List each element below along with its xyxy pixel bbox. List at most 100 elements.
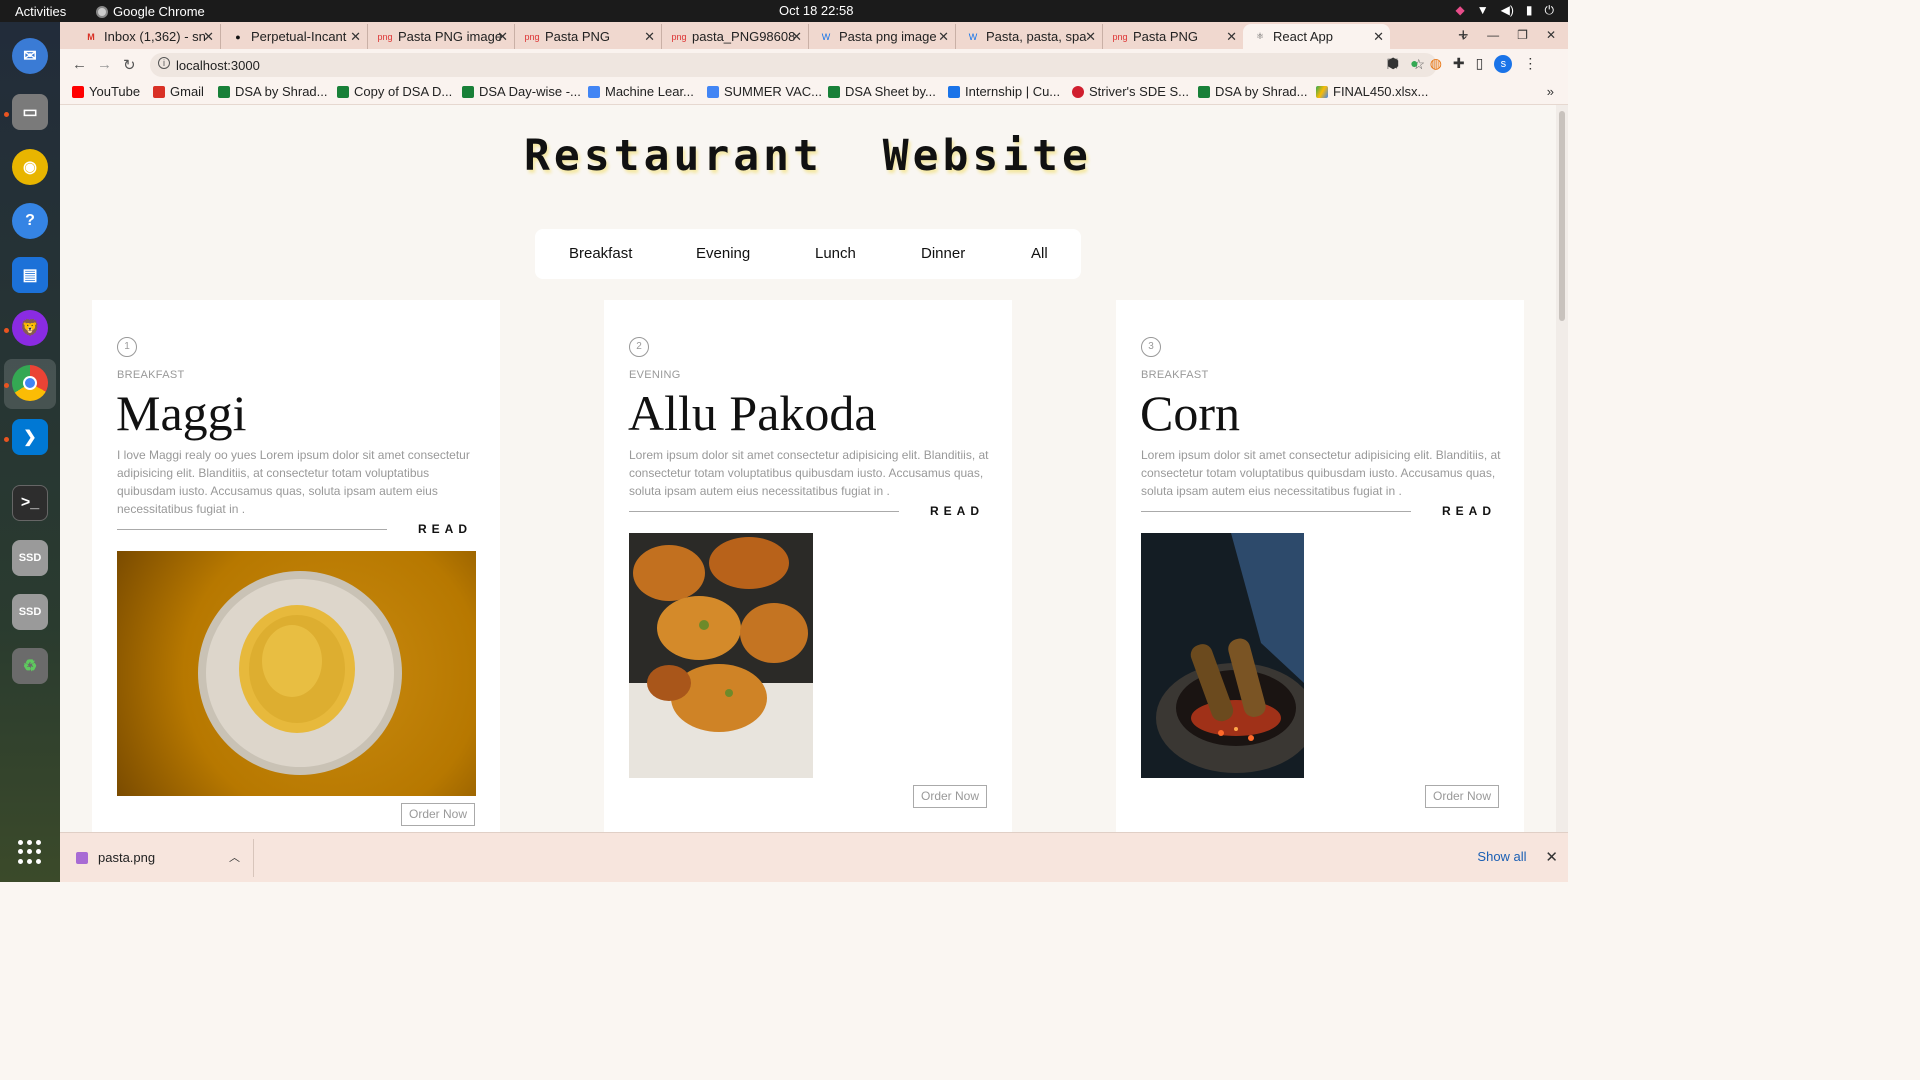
close-tab-icon[interactable]: ✕ [791, 29, 802, 45]
png-icon: png [377, 31, 393, 42]
address-bar[interactable]: i localhost:3000 ⇱ ☆ [150, 53, 1437, 77]
maggi-photo [117, 551, 476, 796]
bookmark-11[interactable]: FINAL450.xlsx... [1316, 84, 1428, 99]
filter-evening[interactable]: Evening [696, 245, 750, 262]
terminal-icon[interactable]: >_ [12, 485, 48, 521]
browser-toolbar: ← → ↻ i localhost:3000 ⇱ ☆ ⬢ ● ◍ ✚ ▯ s ⋮ [60, 49, 1568, 81]
extension-green-icon[interactable]: ● [1410, 55, 1418, 73]
gmail-icon: M [87, 31, 95, 42]
freepik-icon: W [821, 31, 831, 42]
menu-card: 1 BREAKFAST Maggi I love Maggi realy oo … [92, 300, 500, 832]
close-icon[interactable]: ✕ [1545, 848, 1558, 866]
bookmark-1[interactable]: Gmail [153, 84, 204, 99]
profile-avatar[interactable]: s [1494, 55, 1513, 73]
bookmark-5[interactable]: Machine Lear... [588, 84, 694, 99]
tab-3[interactable]: png Pasta PNG ✕ [515, 24, 662, 49]
read-link[interactable]: READ [1442, 504, 1496, 518]
close-tab-icon[interactable]: ✕ [203, 29, 214, 45]
minimize-icon[interactable]: — [1487, 28, 1499, 42]
bookmark-6[interactable]: SUMMER VAC... [707, 84, 822, 99]
writer-icon[interactable]: ▤ [12, 257, 48, 293]
bookmark-8[interactable]: Internship | Cu... [948, 84, 1060, 99]
tab-7[interactable]: png Pasta PNG ✕ [1103, 24, 1243, 49]
bookmarks-overflow-icon[interactable]: » [1547, 84, 1554, 99]
gmail-icon [153, 85, 165, 98]
sheets-icon [337, 85, 349, 98]
card-number: 2 [629, 337, 649, 357]
brave-nightly-icon[interactable]: 🦁 [12, 310, 48, 346]
show-apps-icon[interactable] [18, 840, 42, 864]
tab-2[interactable]: png Pasta PNG image ✕ [368, 24, 515, 49]
order-now-button[interactable]: Order Now [1425, 785, 1499, 808]
url-text: localhost:3000 [176, 58, 260, 73]
restore-icon[interactable]: ❐ [1517, 28, 1528, 42]
reload-icon[interactable]: ↻ [123, 56, 136, 74]
thunderbird-icon[interactable]: ✉ [12, 38, 48, 74]
png-icon: png [671, 31, 687, 42]
page-scrollbar[interactable] [1556, 105, 1568, 832]
bookmark-10[interactable]: DSA by Shrad... [1198, 84, 1308, 99]
page-title: Restaurant Website [524, 131, 1092, 181]
tab-8-active[interactable]: ⚛ React App ✕ [1243, 24, 1390, 49]
chrome-dock-icon[interactable] [12, 365, 48, 401]
extension-orange-icon[interactable]: ◍ [1430, 55, 1442, 73]
close-tab-icon[interactable]: ✕ [1085, 29, 1096, 45]
bookmark-3[interactable]: Copy of DSA D... [337, 84, 452, 99]
close-tab-icon[interactable]: ✕ [1373, 29, 1384, 45]
divider [117, 529, 387, 530]
tab-strip: M Inbox (1,362) - sn ✕ ● Perpetual-Incant ✕ … [60, 22, 1568, 49]
running-indicator [4, 383, 9, 388]
read-link[interactable]: READ [930, 504, 984, 518]
trash-icon[interactable]: ♻ [12, 648, 48, 684]
rhythmbox-icon[interactable]: ◉ [12, 149, 48, 185]
back-icon[interactable]: ← [72, 56, 87, 73]
site-info-icon[interactable]: i [158, 57, 170, 69]
files-icon[interactable]: ▭ [12, 94, 48, 130]
close-window-icon[interactable]: ✕ [1546, 28, 1556, 42]
activities-button[interactable]: Activities [15, 4, 66, 19]
ssd-drive-icon[interactable]: SSD [12, 594, 48, 630]
help-icon[interactable]: ? [12, 203, 48, 239]
scrollbar-thumb[interactable] [1559, 111, 1565, 321]
bookmark-4[interactable]: DSA Day-wise -... [462, 84, 581, 99]
extension-cube-icon[interactable]: ⬢ [1387, 55, 1399, 73]
forward-icon[interactable]: → [97, 56, 112, 73]
tab-1[interactable]: ● Perpetual-Incant ✕ [221, 24, 368, 49]
close-tab-icon[interactable]: ✕ [350, 29, 361, 45]
filter-all[interactable]: All [1031, 245, 1048, 262]
app-menu[interactable]: Google Chrome [96, 4, 205, 19]
docs-icon [707, 85, 719, 98]
close-tab-icon[interactable]: ✕ [497, 29, 508, 45]
vscode-icon[interactable]: ❯ [12, 419, 48, 455]
order-now-button[interactable]: Order Now [913, 785, 987, 808]
read-link[interactable]: READ [418, 522, 472, 536]
close-tab-icon[interactable]: ✕ [938, 29, 949, 45]
side-panel-icon[interactable]: ▯ [1476, 55, 1484, 73]
tab-search-icon[interactable]: ⌄ [1459, 28, 1469, 42]
bookmark-2[interactable]: DSA by Shrad... [218, 84, 328, 99]
close-tab-icon[interactable]: ✕ [644, 29, 655, 45]
ssd-drive-icon[interactable]: SSD [12, 540, 48, 576]
menu-icon[interactable]: ⋮ [1523, 55, 1537, 73]
close-tab-icon[interactable]: ✕ [1226, 29, 1237, 45]
tab-6[interactable]: W Pasta, pasta, spa ✕ [956, 24, 1103, 49]
sheets-icon [218, 85, 230, 98]
running-indicator [4, 437, 9, 442]
tab-5[interactable]: W Pasta png image ✕ [809, 24, 956, 49]
freepik-icon: W [968, 31, 978, 42]
tab-0[interactable]: M Inbox (1,362) - sn ✕ [74, 24, 221, 49]
extensions-puzzle-icon[interactable]: ✚ [1453, 55, 1465, 73]
bookmark-9[interactable]: Striver's SDE S... [1072, 84, 1189, 99]
download-item[interactable]: pasta.png [76, 850, 155, 865]
tab-4[interactable]: png pasta_PNG98608 ✕ [662, 24, 809, 49]
chevron-up-icon[interactable]: ︿ [229, 849, 240, 865]
filter-lunch[interactable]: Lunch [815, 245, 856, 262]
bookmark-0[interactable]: YouTube [72, 84, 140, 99]
bookmark-7[interactable]: DSA Sheet by... [828, 84, 936, 99]
show-all-button[interactable]: Show all [1458, 843, 1546, 871]
system-tray[interactable]: ◆ ▼ ◀) ▮ ⏻ [1456, 3, 1554, 18]
order-now-button[interactable]: Order Now [401, 803, 475, 826]
filter-dinner[interactable]: Dinner [921, 245, 965, 262]
clock[interactable]: Oct 18 22:58 [779, 3, 853, 18]
filter-breakfast[interactable]: Breakfast [569, 245, 632, 262]
